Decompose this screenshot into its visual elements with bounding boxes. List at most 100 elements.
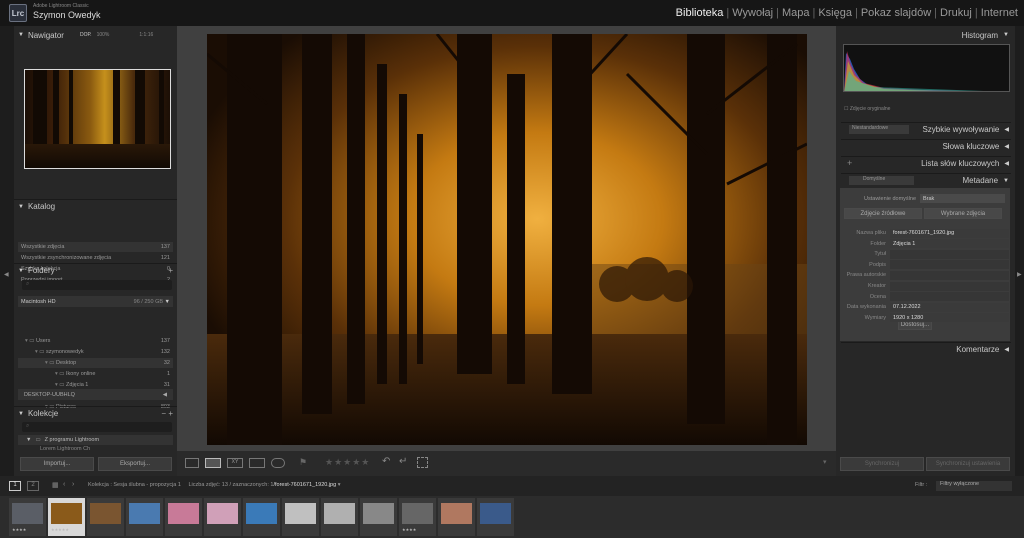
module-separator: | xyxy=(776,7,779,19)
rotate-right-icon[interactable]: ↵ xyxy=(399,456,407,467)
survey-view-icon[interactable] xyxy=(249,458,265,468)
histogram-header[interactable]: Histogram ▼ xyxy=(841,28,1011,42)
metadata-value[interactable] xyxy=(890,260,1009,270)
crop-icon[interactable] xyxy=(417,457,428,468)
catalog-item[interactable]: Wszystkie zsynchronizowane zdjęcia 121 xyxy=(18,253,173,263)
triangle-down-icon: ▼ xyxy=(26,437,32,443)
filmstrip-source[interactable]: Kolekcja : Sesja ślubna - propozycja 1 L… xyxy=(88,482,340,488)
metadata-value[interactable] xyxy=(890,249,1009,259)
metadata-preset[interactable]: Domyślne xyxy=(849,176,914,185)
zoom-custom[interactable]: 1:1:16 xyxy=(139,32,153,38)
volume-other[interactable]: DESKTOP-UUBHLQ ◀ xyxy=(18,389,173,400)
module-1[interactable]: Biblioteka xyxy=(676,7,724,19)
filter-select[interactable]: Filtry wyłączone xyxy=(936,481,1012,491)
back-arrow-icon[interactable]: ‹ xyxy=(63,481,65,488)
quick-develop-preset[interactable]: Niestandardowe xyxy=(849,125,909,134)
keyword-list-header[interactable]: + Lista słów kluczowych ◀ xyxy=(841,156,1011,170)
quick-develop-header[interactable]: Niestandardowe Szybkie wywoływanie ◀ xyxy=(841,122,1011,136)
collection-item[interactable]: Lorem Lightroom Ch xyxy=(18,446,173,452)
export-button[interactable]: Eksportuj... xyxy=(98,457,172,471)
catalog-header[interactable]: ▼ Katalog xyxy=(14,199,177,213)
flag-icon[interactable]: ⚑ xyxy=(299,457,307,468)
original-photo-toggle[interactable]: ☐ Zdjęcie oryginalne xyxy=(844,106,890,112)
metadata-header[interactable]: Domyślne Metadane ▼ xyxy=(841,173,1011,187)
filmstrip-thumbnail[interactable] xyxy=(87,498,124,536)
add-collection-icon[interactable]: − + xyxy=(161,409,173,418)
volume-macintosh-hd[interactable]: Macintosh HD 96 / 250 GB ▼ xyxy=(18,296,173,307)
forward-arrow-icon[interactable]: › xyxy=(72,481,74,488)
catalog-item[interactable]: Wszystkie zdjęcia 137 xyxy=(18,242,173,252)
filmstrip-thumbnail[interactable] xyxy=(204,498,241,536)
window-1-button[interactable]: 1 xyxy=(9,481,21,491)
filmstrip-thumbnail[interactable] xyxy=(477,498,514,536)
filmstrip-thumbnail[interactable] xyxy=(243,498,280,536)
navigator-zoom-options[interactable]: DOP. 100% 1:1:16 xyxy=(80,32,153,38)
folder-search-input[interactable]: ⌕ xyxy=(22,280,172,290)
module-5[interactable]: Pokaz slajdów xyxy=(861,7,931,19)
filmstrip-thumbnail[interactable] xyxy=(438,498,475,536)
loupe-view-icon[interactable] xyxy=(205,458,221,468)
comments-header[interactable]: Komentarze ◀ xyxy=(841,342,1011,356)
filmstrip-thumbnail[interactable]: ★★★★★ xyxy=(48,498,85,536)
navigator-header[interactable]: ▼ Nawigator DOP. 100% 1:1:16 xyxy=(14,28,177,42)
module-7[interactable]: Internet xyxy=(981,7,1018,19)
thumbnail-image xyxy=(246,503,277,524)
module-2[interactable]: Wywołaj xyxy=(732,7,773,19)
folder-label: Zdjęcia 1 xyxy=(66,382,89,388)
module-4[interactable]: Księga xyxy=(818,7,852,19)
filmstrip-thumbnail[interactable]: ★★★★ xyxy=(9,498,46,536)
folder-item[interactable]: ▾ ▭ Desktop 32 xyxy=(18,358,173,368)
filmstrip-thumbnail[interactable] xyxy=(360,498,397,536)
rating-stars[interactable]: ★★★★★ xyxy=(325,457,370,468)
module-3[interactable]: Mapa xyxy=(782,7,810,19)
original-photo-label: Zdjęcie oryginalne xyxy=(849,106,891,112)
folders-header[interactable]: ▼ Foldery + xyxy=(14,263,177,277)
filmstrip-thumbnail[interactable]: ★★★★ xyxy=(399,498,436,536)
module-separator: | xyxy=(934,7,938,19)
module-6[interactable]: Drukuj xyxy=(940,7,972,19)
source-photo-tab[interactable]: Zdjęcie źródłowe xyxy=(844,208,922,219)
default-preset-select[interactable]: Brak xyxy=(920,194,1005,203)
right-panel-toggle[interactable]: ▶ xyxy=(1015,26,1024,476)
user-name[interactable]: Szymon Owedyk xyxy=(33,10,101,20)
filmstrip-thumbnail[interactable] xyxy=(321,498,358,536)
folder-item[interactable]: ▾ ▭ szymonowedyk 132 xyxy=(18,347,173,357)
zoom-fill[interactable]: 100% xyxy=(97,32,110,38)
collection-search-input[interactable]: ⌕ xyxy=(22,422,172,432)
import-button[interactable]: Importuj... xyxy=(20,457,94,471)
metadata-value[interactable] xyxy=(890,270,1009,280)
grid-icon[interactable]: ▦ xyxy=(52,481,59,489)
add-keyword-icon[interactable]: + xyxy=(847,158,852,168)
zoom-fit[interactable]: DOP. xyxy=(80,32,92,38)
navigator-preview[interactable] xyxy=(24,69,171,169)
add-folder-icon[interactable]: + xyxy=(168,266,173,275)
sync-metadata-button[interactable]: Synchronizuj xyxy=(840,457,924,471)
volume-name: Macintosh HD xyxy=(21,298,56,305)
filmstrip-thumbnail[interactable] xyxy=(126,498,163,536)
keywords-header[interactable]: Słowa kluczowe ◀ xyxy=(841,139,1011,153)
grid-view-icon[interactable] xyxy=(185,458,199,468)
filmstrip-thumbnail[interactable] xyxy=(282,498,319,536)
compare-view-icon[interactable]: XY xyxy=(227,458,243,468)
histogram-chart[interactable] xyxy=(843,44,1010,92)
metadata-value[interactable] xyxy=(890,292,1009,302)
collections-header[interactable]: ▼ Kolekcje − + xyxy=(14,406,177,420)
photo-preview[interactable] xyxy=(207,34,807,445)
filmstrip-thumbnail[interactable] xyxy=(165,498,202,536)
left-panel-toggle[interactable]: ◀ xyxy=(0,26,14,476)
metadata-key: Prawa autorskie xyxy=(846,272,886,279)
thumbnail-image xyxy=(51,503,82,524)
sync-settings-button[interactable]: Synchronizuj ustawienia xyxy=(926,457,1010,471)
folder-count: 31 xyxy=(163,382,170,388)
toolbar-menu-icon[interactable]: ▾ xyxy=(823,458,827,466)
metadata-value[interactable] xyxy=(890,281,1009,291)
collection-set[interactable]: ▼ ▭ Z programu Lightroom xyxy=(18,435,173,445)
rotate-left-icon[interactable]: ↶ xyxy=(382,456,390,467)
people-view-icon[interactable] xyxy=(271,458,285,468)
metadata-value: Zdjęcia 1 xyxy=(890,239,1009,249)
folder-item[interactable]: ▾ ▭ Users 137 xyxy=(18,336,173,346)
window-2-button[interactable]: 2 xyxy=(27,481,39,491)
folder-item[interactable]: ▾ ▭ Ikony online 1 xyxy=(18,369,173,379)
collection-label: Z programu Lightroom xyxy=(44,437,100,443)
selected-photos-tab[interactable]: Wybrane zdjęcia xyxy=(924,208,1002,219)
